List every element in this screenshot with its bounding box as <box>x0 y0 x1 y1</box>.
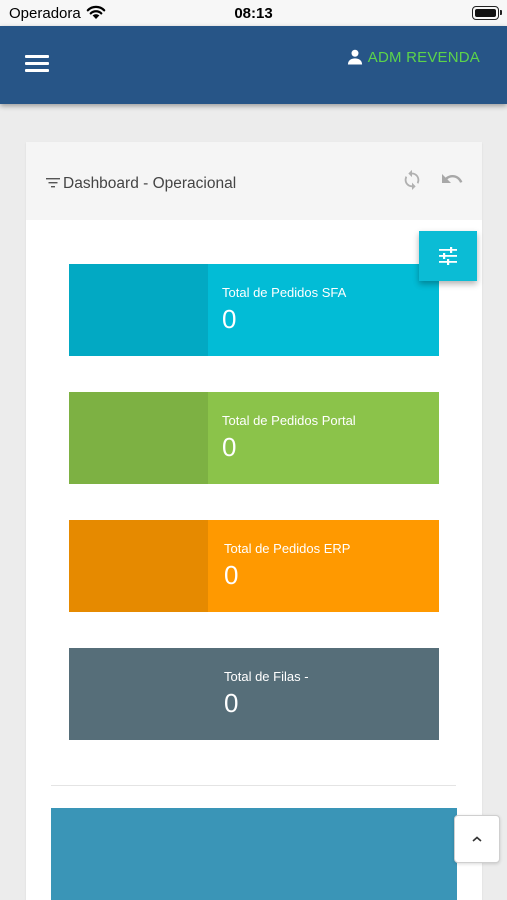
sliders-icon <box>439 247 457 265</box>
clock: 08:13 <box>234 5 273 22</box>
page-title: Dashboard - Operacional <box>63 175 237 192</box>
stat-box-erp[interactable]: Total de Pedidos ERP 0 <box>69 520 439 612</box>
app-header: ADM REVENDA <box>0 26 507 104</box>
user-name: ADM REVENDA <box>367 48 480 66</box>
chevron-up-icon <box>472 836 482 842</box>
stat-box-accent <box>69 648 208 740</box>
hamburger-icon[interactable] <box>25 55 49 73</box>
stat-box-accent <box>69 392 208 484</box>
stat-box-body: Total de Filas - 0 <box>208 648 439 740</box>
stat-value: 0 <box>222 432 237 462</box>
stat-box-sfa[interactable]: Total de Pedidos SFA 0 <box>69 264 439 356</box>
stat-label: Total de Pedidos ERP <box>224 541 351 556</box>
stat-label: Total de Pedidos SFA <box>222 285 347 300</box>
stat-box-body: Total de Pedidos ERP 0 <box>208 520 439 612</box>
stat-box-body: Total de Pedidos Portal 0 <box>208 392 439 484</box>
divider <box>51 785 456 786</box>
status-bar: Operadora 08:13 <box>0 0 507 26</box>
stat-label: Total de Pedidos Portal <box>222 413 356 428</box>
stat-box-body: Total de Pedidos SFA 0 <box>208 264 439 356</box>
stat-box-filas[interactable]: Total de Filas - 0 <box>69 648 439 740</box>
filter-settings-button[interactable] <box>419 231 477 281</box>
stat-value: 0 <box>224 688 239 718</box>
filter-icon <box>46 178 60 188</box>
stat-value: 0 <box>224 560 239 590</box>
person-icon <box>347 49 362 65</box>
card-header: Dashboard - Operacional <box>26 142 482 220</box>
battery-icon <box>472 6 502 20</box>
stat-box-accent <box>69 520 208 612</box>
stat-value: 0 <box>222 304 237 334</box>
stat-box-accent <box>69 264 208 356</box>
bottom-panel <box>51 808 457 900</box>
undo-icon[interactable] <box>440 169 464 189</box>
stat-box-portal[interactable]: Total de Pedidos Portal 0 <box>69 392 439 484</box>
refresh-icon[interactable] <box>401 168 423 190</box>
user-menu[interactable]: ADM REVENDA <box>345 47 480 67</box>
stat-label: Total de Filas - <box>224 669 309 684</box>
scroll-top-button[interactable] <box>454 815 500 863</box>
